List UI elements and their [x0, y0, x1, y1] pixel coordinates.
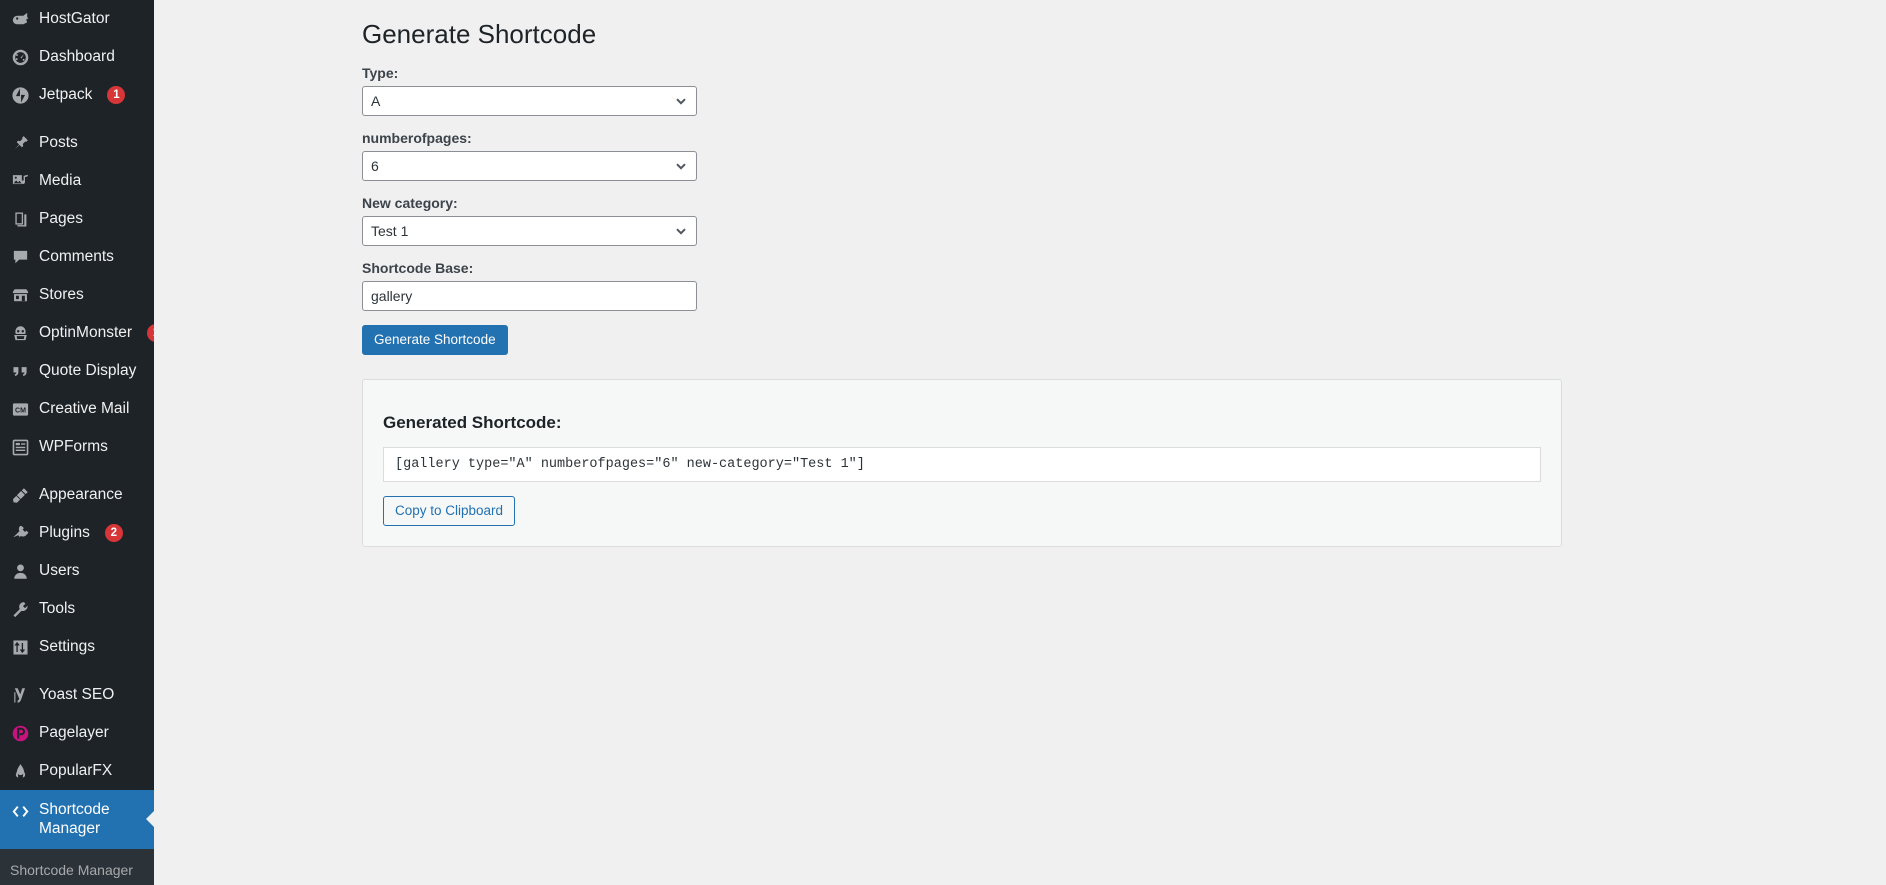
sidebar-divider	[0, 114, 154, 124]
sidebar-item-appearance[interactable]: Appearance	[0, 476, 154, 514]
sidebar-item-popularfx[interactable]: PopularFX	[0, 752, 154, 790]
sidebar-item-label: Jetpack	[39, 86, 93, 104]
sidebar-item-stores[interactable]: Stores	[0, 276, 154, 314]
type-select[interactable]: A	[362, 85, 697, 116]
media-photo-music-icon	[10, 171, 30, 191]
new-category-select[interactable]: Test 1	[362, 215, 697, 246]
generate-shortcode-button[interactable]: Generate Shortcode	[362, 324, 508, 355]
sidebar-item-label: Users	[39, 562, 80, 580]
storefront-icon	[10, 285, 30, 305]
user-icon	[10, 561, 30, 581]
status-badge: 1	[107, 86, 126, 104]
generated-shortcode-code[interactable]: [gallery type="A" numberofpages="6" new-…	[383, 446, 1541, 482]
sidebar-item-pages[interactable]: Pages	[0, 200, 154, 238]
sidebar-item-yoast-seo[interactable]: Yoast SEO	[0, 676, 154, 714]
sidebar-item-label: Stores	[39, 286, 84, 304]
field-label-shortcode-base: Shortcode Base:	[362, 259, 474, 276]
wrench-icon	[10, 599, 30, 619]
status-badge: 2	[104, 524, 123, 542]
field-new-category: New category: Test 1	[362, 195, 1886, 246]
sidebar-item-optinmonster[interactable]: OptinMonster 1	[0, 314, 154, 352]
field-label-new-category: New category:	[362, 194, 458, 211]
sidebar-item-label: Pages	[39, 210, 83, 228]
sidebar-item-label: Quote Display	[39, 362, 137, 380]
sidebar-item-label: Pagelayer	[39, 724, 109, 742]
sidebar-item-label: Plugins	[39, 524, 90, 542]
sidebar-item-label: PopularFX	[39, 762, 113, 780]
sidebar-item-comments[interactable]: Comments	[0, 238, 154, 276]
page-title: Generate Shortcode	[362, 19, 597, 49]
sidebar-item-label: Media	[39, 172, 82, 190]
sidebar-item-creative-mail[interactable]: CM Creative Mail	[0, 390, 154, 428]
sidebar-item-quote-display[interactable]: Quote Display	[0, 352, 154, 390]
admin-content: Generate Shortcode Type: A numberofpages…	[154, 0, 1886, 885]
plug-icon	[10, 523, 30, 543]
field-label-numberofpages: numberofpages:	[362, 129, 472, 146]
sidebar-item-label: HostGator	[39, 10, 110, 28]
sidebar-item-label: Yoast SEO	[39, 686, 115, 704]
sidebar-item-label: WPForms	[39, 438, 108, 456]
sidebar-item-label: Creative Mail	[39, 400, 130, 418]
sidebar-item-pagelayer[interactable]: Pagelayer	[0, 714, 154, 752]
shortcode-base-input[interactable]	[362, 280, 697, 311]
select-wrapper-type: A	[362, 85, 697, 116]
dashboard-gauge-icon	[10, 47, 30, 67]
settings-sliders-icon	[10, 637, 30, 657]
generated-shortcode-heading: Generated Shortcode:	[383, 412, 562, 432]
copy-to-clipboard-button[interactable]: Copy to Clipboard	[383, 495, 516, 526]
select-wrapper-numberofpages: 6	[362, 150, 697, 181]
field-numberofpages: numberofpages: 6	[362, 130, 1886, 181]
sidebar-item-label: OptinMonster	[39, 324, 133, 342]
creative-mail-cm-icon: CM	[10, 399, 30, 419]
submenu-item-shortcode-manager[interactable]: Shortcode Manager	[0, 857, 154, 883]
field-label-type: Type:	[362, 64, 399, 81]
sidebar-item-media[interactable]: Media	[0, 162, 154, 200]
jetpack-bolt-icon	[10, 85, 30, 105]
sidebar-item-users[interactable]: Users	[0, 552, 154, 590]
pushpin-icon	[10, 133, 30, 153]
comment-bubble-icon	[10, 247, 30, 267]
code-brackets-icon	[10, 801, 30, 821]
sidebar-item-settings[interactable]: Settings	[0, 628, 154, 666]
svg-text:CM: CM	[15, 407, 26, 414]
sidebar-item-label: Shortcode Manager	[39, 801, 110, 838]
sidebar-item-label: Tools	[39, 600, 76, 618]
sidebar-item-posts[interactable]: Posts	[0, 124, 154, 162]
admin-sidebar: HostGator Dashboard Jetpack 1 Posts Medi…	[0, 0, 154, 885]
sidebar-item-label: Settings	[39, 638, 96, 656]
select-wrapper-new-category: Test 1	[362, 215, 697, 246]
sidebar-divider	[0, 466, 154, 476]
generate-shortcode-page: Generate Shortcode Type: A numberofpages…	[362, 0, 1886, 547]
hostgator-gator-icon	[10, 9, 30, 29]
sidebar-submenu-shortcode-manager: Shortcode Manager Generate Shortcode	[0, 848, 154, 885]
admin-screen: HostGator Dashboard Jetpack 1 Posts Medi…	[0, 0, 1886, 885]
sidebar-item-hostgator[interactable]: HostGator	[0, 0, 154, 38]
sidebar-item-plugins[interactable]: Plugins 2	[0, 514, 154, 552]
sidebar-item-wpforms[interactable]: WPForms	[0, 428, 154, 466]
wpforms-form-icon	[10, 437, 30, 457]
status-badge: 1	[147, 324, 154, 342]
sidebar-item-shortcode-manager[interactable]: Shortcode Manager	[0, 790, 154, 849]
generated-shortcode-panel: Generated Shortcode: [gallery type="A" n…	[362, 378, 1562, 547]
active-arrow-icon	[146, 811, 154, 828]
sidebar-item-label: Comments	[39, 248, 114, 266]
sidebar-item-label: Appearance	[39, 486, 123, 504]
sidebar-item-dashboard[interactable]: Dashboard	[0, 38, 154, 76]
paintbrush-icon	[10, 485, 30, 505]
pages-document-icon	[10, 209, 30, 229]
sidebar-item-jetpack[interactable]: Jetpack 1	[0, 76, 154, 114]
field-type: Type: A	[362, 65, 1886, 116]
popularfx-flame-icon	[10, 761, 30, 781]
sidebar-item-label: Posts	[39, 134, 78, 152]
quote-marks-icon	[10, 361, 30, 381]
pagelayer-p-icon	[10, 723, 30, 743]
yoast-y-icon	[10, 685, 30, 705]
optinmonster-icon	[10, 323, 30, 343]
sidebar-item-label: Dashboard	[39, 48, 115, 66]
sidebar-item-tools[interactable]: Tools	[0, 590, 154, 628]
numberofpages-select[interactable]: 6	[362, 150, 697, 181]
field-shortcode-base: Shortcode Base:	[362, 260, 1886, 311]
sidebar-divider	[0, 666, 154, 676]
